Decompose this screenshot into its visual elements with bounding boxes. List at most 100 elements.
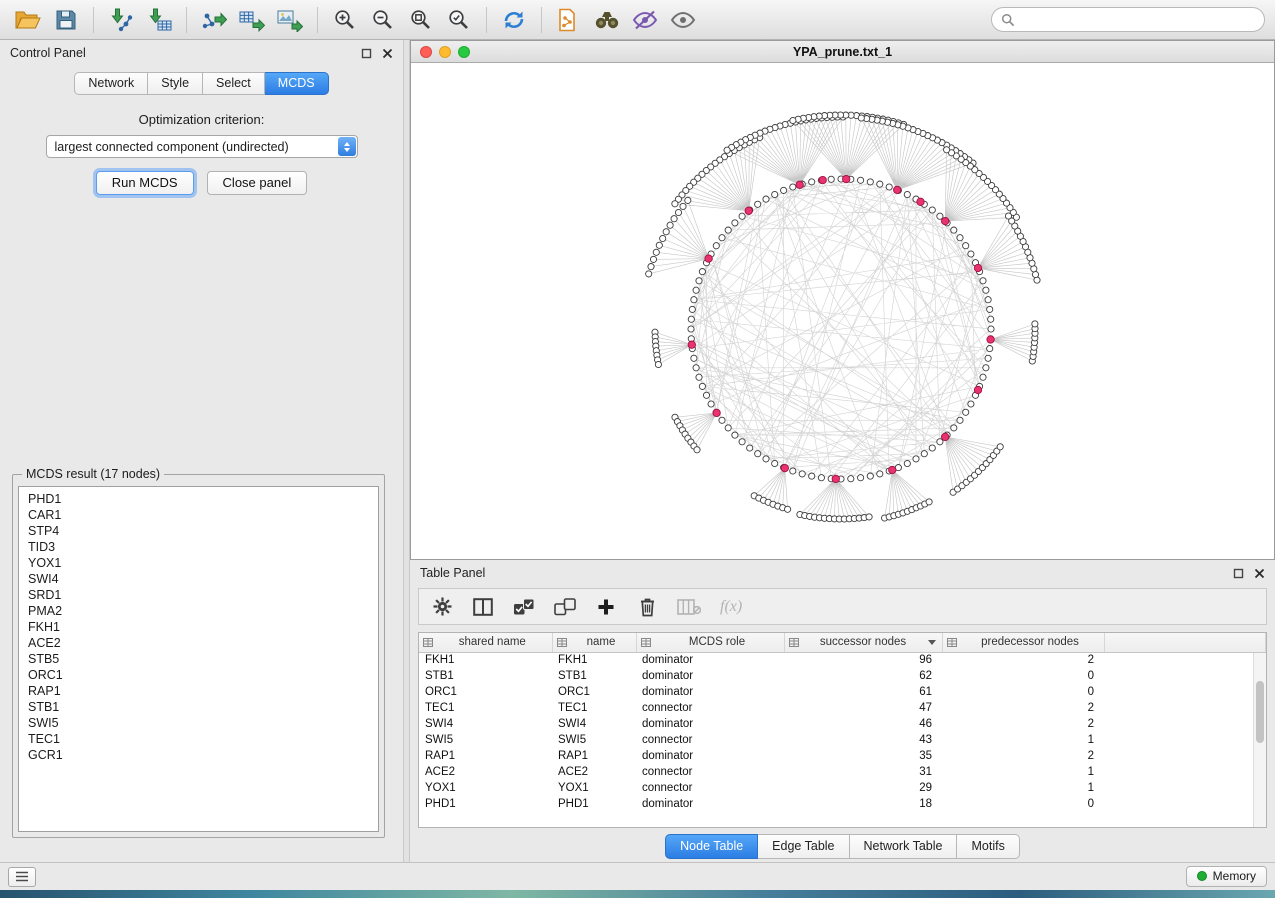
mcds-result-item[interactable]: FKH1 [28,619,378,635]
table-cell: 46 [784,716,942,732]
show-columns-button[interactable] [472,592,494,622]
open-document-share-button[interactable] [551,4,587,36]
table-cell: 35 [784,748,942,764]
import-table-button[interactable] [141,4,177,36]
table-scrollbar[interactable] [1253,653,1266,827]
export-table-button[interactable] [234,4,270,36]
mcds-result-item[interactable]: RAP1 [28,683,378,699]
table-settings-button[interactable] [431,592,453,622]
maximize-window-icon[interactable] [458,46,470,58]
table-row[interactable]: SWI5SWI5connector431 [419,732,1266,748]
table-row[interactable]: YOX1YOX1connector291 [419,780,1266,796]
mcds-result-item[interactable]: TID3 [28,539,378,555]
column-header-shared-name[interactable]: shared name [419,633,552,652]
mcds-result-item[interactable]: STB5 [28,651,378,667]
search-network-button[interactable] [589,4,625,36]
tab-network-table[interactable]: Network Table [850,834,958,859]
add-column-button[interactable] [595,592,617,622]
table-panel: Table Panel f(x) [410,560,1275,862]
panel-toggle-button[interactable] [8,867,36,887]
table-row[interactable]: SWI4SWI4dominator462 [419,716,1266,732]
network-canvas[interactable] [411,63,1274,559]
vertical-splitter[interactable] [403,40,410,862]
mcds-result-item[interactable]: SWI4 [28,571,378,587]
close-window-icon[interactable] [420,46,432,58]
main-toolbar [0,0,1275,40]
table-row[interactable]: TEC1TEC1connector472 [419,700,1266,716]
scrollbar-thumb[interactable] [1256,681,1264,743]
memory-button[interactable]: Memory [1186,866,1267,887]
column-header-name[interactable]: name [552,633,636,652]
float-panel-button[interactable] [361,48,372,59]
zoom-in-button[interactable] [327,4,363,36]
function-builder-button[interactable]: f(x) [720,592,742,622]
table-tabs: Node Table Edge Table Network Table Moti… [410,834,1275,859]
table-row[interactable]: FKH1FKH1dominator962 [419,652,1266,668]
table-row[interactable]: STB1STB1dominator620 [419,668,1266,684]
close-panel-button[interactable] [1254,568,1265,579]
search-input[interactable] [1021,13,1255,27]
table-cell-filler [1104,780,1266,796]
open-folder-button[interactable] [10,4,46,36]
hide-column-button[interactable] [677,592,701,622]
criterion-dropdown[interactable]: largest connected component (undirected) [46,135,358,158]
tab-style[interactable]: Style [148,72,203,95]
mcds-result-item[interactable]: STP4 [28,523,378,539]
table-cell: YOX1 [419,780,552,796]
mcds-result-item[interactable]: CAR1 [28,507,378,523]
mcds-result-item[interactable]: SWI5 [28,715,378,731]
import-network-button[interactable] [103,4,139,36]
mcds-result-item[interactable]: ORC1 [28,667,378,683]
table-cell: SWI4 [419,716,552,732]
export-network-button[interactable] [196,4,232,36]
table-row[interactable]: ORC1ORC1dominator610 [419,684,1266,700]
mcds-result-item[interactable]: PMA2 [28,603,378,619]
export-image-button[interactable] [272,4,308,36]
run-mcds-button[interactable]: Run MCDS [96,171,194,195]
column-header-predecessor-nodes[interactable]: predecessor nodes [942,633,1104,652]
hide-graphics-details-button[interactable] [627,4,663,36]
mcds-result-item[interactable]: STB1 [28,699,378,715]
minimize-window-icon[interactable] [439,46,451,58]
mcds-result-list[interactable]: PHD1CAR1STP4TID3YOX1SWI4SRD1PMA2FKH1ACE2… [18,486,379,832]
table-cell: TEC1 [419,700,552,716]
optimization-criterion-label: Optimization criterion: [0,112,403,127]
show-graphics-details-button[interactable] [665,4,701,36]
mcds-result-item[interactable]: YOX1 [28,555,378,571]
network-window-titlebar[interactable]: YPA_prune.txt_1 [411,41,1274,63]
column-header-successor-nodes[interactable]: successor nodes [784,633,942,652]
mcds-result-item[interactable]: PHD1 [28,491,378,507]
global-search[interactable] [991,7,1265,32]
zoom-selected-button[interactable] [441,4,477,36]
tab-motifs[interactable]: Motifs [957,834,1019,859]
tab-node-table[interactable]: Node Table [665,834,758,859]
tab-select[interactable]: Select [203,72,265,95]
tab-network[interactable]: Network [74,72,148,95]
zoom-out-button[interactable] [365,4,401,36]
tab-edge-table[interactable]: Edge Table [758,834,849,859]
mcds-result-item[interactable]: ACE2 [28,635,378,651]
tab-mcds[interactable]: MCDS [265,72,329,95]
zoom-in-icon [333,8,357,32]
mcds-result-item[interactable]: SRD1 [28,587,378,603]
close-panel-action-button[interactable]: Close panel [207,171,308,195]
refresh-button[interactable] [496,4,532,36]
column-header-mcds-role[interactable]: MCDS role [636,633,784,652]
mcds-result-item[interactable]: TEC1 [28,731,378,747]
deselect-all-button[interactable] [554,592,576,622]
table-row[interactable]: ACE2ACE2connector311 [419,764,1266,780]
mcds-result-item[interactable]: GCR1 [28,747,378,763]
float-panel-button[interactable] [1233,568,1244,579]
save-button[interactable] [48,4,84,36]
table-cell: STB1 [419,668,552,684]
zoom-fit-button[interactable] [403,4,439,36]
table-row[interactable]: PHD1PHD1dominator180 [419,796,1266,812]
columns-icon [473,598,493,616]
close-panel-button[interactable] [382,48,393,59]
open-document-share-icon [557,8,581,32]
select-all-button[interactable] [513,592,535,622]
delete-column-button[interactable] [636,592,658,622]
table-row[interactable]: RAP1RAP1dominator352 [419,748,1266,764]
node-table[interactable]: shared name name MCDS role successor nod… [419,633,1266,812]
table-cell: 0 [942,668,1104,684]
